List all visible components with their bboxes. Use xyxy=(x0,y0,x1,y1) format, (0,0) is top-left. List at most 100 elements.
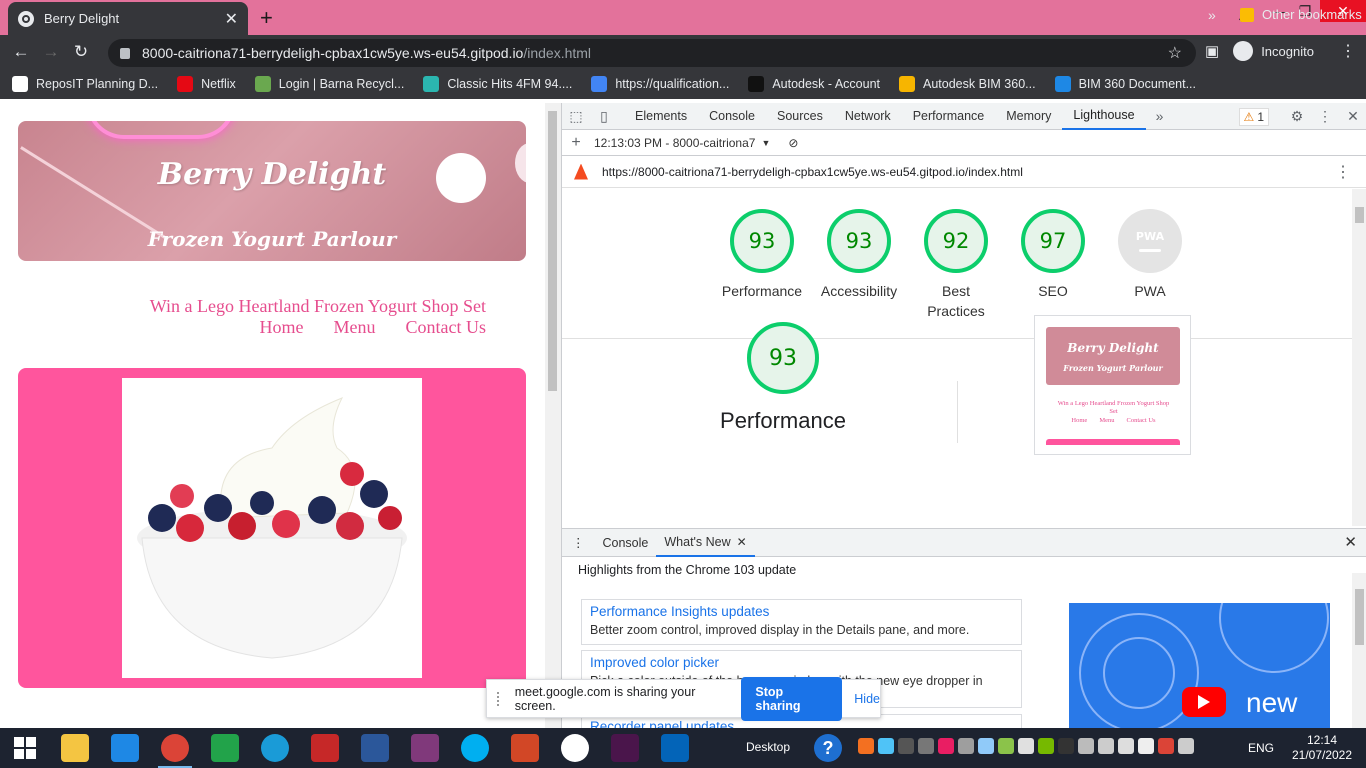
youtube-play-icon[interactable] xyxy=(1182,687,1226,717)
drawer-tab-close-icon[interactable]: ✕ xyxy=(737,535,747,549)
tab-console[interactable]: Console xyxy=(698,103,766,130)
snipping-taskbar-icon[interactable] xyxy=(300,728,350,768)
start-icon[interactable] xyxy=(0,728,50,768)
gauge-accessibility[interactable]: 93 Accessibility xyxy=(809,209,909,301)
nav-menu[interactable]: Menu xyxy=(334,317,376,338)
other-bookmarks[interactable]: Other bookmarks xyxy=(1240,7,1362,22)
store-taskbar-icon[interactable] xyxy=(200,728,250,768)
onenote-taskbar-icon[interactable] xyxy=(400,728,450,768)
report-dropdown-icon[interactable]: ▼ xyxy=(761,138,770,148)
tray-app-icon[interactable] xyxy=(938,738,954,754)
report-scrollbar[interactable] xyxy=(1352,189,1366,526)
warning-badge[interactable]: ⚠ 1 xyxy=(1238,107,1269,126)
news-item[interactable]: Performance Insights updates Better zoom… xyxy=(581,599,1022,645)
more-tabs-icon[interactable]: » xyxy=(1146,103,1174,130)
bookmark-item[interactable]: Autodesk BIM 360... xyxy=(899,76,1036,92)
tab-lighthouse[interactable]: Lighthouse xyxy=(1062,103,1146,130)
drawer-close-icon[interactable]: ✕ xyxy=(1344,533,1357,551)
nav-home[interactable]: Home xyxy=(260,317,304,338)
gauge-performance[interactable]: 93 Performance xyxy=(712,209,812,301)
drawer-tab-console[interactable]: Console xyxy=(595,529,657,557)
nav-contact-us[interactable]: Contact Us xyxy=(406,317,487,338)
tray-app-icon[interactable] xyxy=(878,738,894,754)
chrome-tray-icon[interactable] xyxy=(1158,738,1174,754)
devtools-menu-icon[interactable]: ⋮ xyxy=(1311,103,1339,130)
tab-memory[interactable]: Memory xyxy=(995,103,1062,130)
drawer-tab-whats-new[interactable]: What's New ✕ xyxy=(656,529,755,557)
tab-network[interactable]: Network xyxy=(834,103,902,130)
gauge-best-practices[interactable]: 92 Best Practices xyxy=(906,209,1006,321)
file-explorer-taskbar-icon[interactable] xyxy=(50,728,100,768)
tab-elements[interactable]: Elements xyxy=(624,103,698,130)
tray-app-icon[interactable] xyxy=(1018,738,1034,754)
battery-icon[interactable] xyxy=(1098,738,1114,754)
bookmark-item[interactable]: Login | Barna Recycl... xyxy=(254,76,404,92)
tray-app-icon[interactable] xyxy=(1078,738,1094,754)
news-title[interactable]: Performance Insights updates xyxy=(590,604,1013,619)
promo-link[interactable]: Win a Lego Heartland Frozen Yogurt Shop … xyxy=(0,296,486,317)
bookmark-item[interactable]: Netflix xyxy=(177,76,236,92)
news-title[interactable]: Improved color picker xyxy=(590,655,1013,670)
reload-icon[interactable]: ↻ xyxy=(66,37,96,67)
slack-taskbar-icon[interactable] xyxy=(600,728,650,768)
tab-sources[interactable]: Sources xyxy=(766,103,834,130)
volume-icon[interactable] xyxy=(1118,738,1134,754)
tray-app-icon[interactable] xyxy=(898,738,914,754)
skype-taskbar-icon[interactable] xyxy=(450,728,500,768)
tab-close-icon[interactable]: ✕ xyxy=(225,9,238,29)
tray-app-icon[interactable] xyxy=(1058,738,1074,754)
tab-performance[interactable]: Performance xyxy=(902,103,996,130)
edge-taskbar-icon[interactable] xyxy=(250,728,300,768)
report-url[interactable]: https://8000-caitriona71-berrydeligh-cpb… xyxy=(602,165,1023,179)
browser-tab[interactable]: Berry Delight ✕ xyxy=(8,2,248,35)
bookmark-item[interactable]: https://qualification... xyxy=(591,76,729,92)
tray-app-icon[interactable] xyxy=(858,738,874,754)
page-scrollbar[interactable] xyxy=(545,103,561,728)
inspect-element-icon[interactable]: ⬚ xyxy=(562,103,590,130)
bookmark-item[interactable]: ReposIT Planning D... xyxy=(12,76,158,92)
back-icon[interactable]: ← xyxy=(6,37,36,67)
bookmark-star-icon[interactable]: ☆ xyxy=(1168,43,1182,63)
bookmark-item[interactable]: Classic Hits 4FM 94.... xyxy=(423,76,572,92)
final-screenshot-thumbnail[interactable]: Berry Delight Frozen Yogurt Parlour Win … xyxy=(1034,315,1191,455)
hide-button[interactable]: Hide xyxy=(854,692,880,706)
whats-new-video[interactable]: new xyxy=(1069,603,1330,729)
address-bar[interactable]: 8000-caitriona71-berrydeligh-cpbax1cw5ye… xyxy=(108,39,1196,67)
tray-app-icon[interactable] xyxy=(918,738,934,754)
tray-app-icon[interactable] xyxy=(998,738,1014,754)
drawer-menu-icon[interactable]: ⋮ xyxy=(562,529,595,557)
report-selector[interactable]: 12:13:03 PM - 8000-caitriona7 xyxy=(594,136,755,150)
gauge-pwa[interactable]: PWA PWA xyxy=(1100,209,1200,301)
gauge-seo[interactable]: 97 SEO xyxy=(1003,209,1103,301)
flag-icon[interactable] xyxy=(1178,738,1194,754)
new-tab-icon[interactable]: + xyxy=(260,5,273,31)
network-icon[interactable] xyxy=(1138,738,1154,754)
device-toolbar-icon[interactable]: ▯ xyxy=(590,103,618,130)
word-taskbar-icon[interactable] xyxy=(350,728,400,768)
bookmark-item[interactable]: Autodesk - Account xyxy=(748,76,880,92)
clock[interactable]: 12:14 21/07/2022 xyxy=(1290,733,1354,763)
clear-reports-icon[interactable]: ⊘ xyxy=(788,136,798,150)
devtools-close-icon[interactable]: ✕ xyxy=(1339,103,1366,130)
forward-icon[interactable]: → xyxy=(36,37,66,67)
desktop-label[interactable]: Desktop xyxy=(746,740,790,754)
help-icon[interactable]: ? xyxy=(814,734,842,762)
bookmarks-overflow-icon[interactable]: » xyxy=(1208,7,1216,23)
side-panel-icon[interactable]: ▣ xyxy=(1205,42,1219,60)
chrome-taskbar-icon[interactable] xyxy=(150,728,200,768)
new-report-icon[interactable]: + xyxy=(562,129,590,156)
bookmark-item[interactable]: BIM 360 Document... xyxy=(1054,76,1196,92)
emoji-app-taskbar-icon[interactable] xyxy=(550,728,600,768)
powerpoint-app-taskbar-icon[interactable] xyxy=(500,728,550,768)
drag-handle-icon[interactable] xyxy=(497,691,505,706)
tray-app-icon[interactable] xyxy=(978,738,994,754)
tray-app-icon[interactable] xyxy=(958,738,974,754)
internet-explorer-taskbar-icon[interactable] xyxy=(100,728,150,768)
nvidia-icon[interactable] xyxy=(1038,738,1054,754)
browser-menu-icon[interactable]: ⋮ xyxy=(1340,41,1356,61)
drawer-scrollbar[interactable] xyxy=(1352,573,1366,729)
language-indicator[interactable]: ENG xyxy=(1248,741,1274,755)
report-menu-icon[interactable]: ⋮ xyxy=(1335,162,1351,182)
settings-icon[interactable]: ⚙ xyxy=(1283,103,1311,130)
stop-sharing-button[interactable]: Stop sharing xyxy=(741,676,843,721)
